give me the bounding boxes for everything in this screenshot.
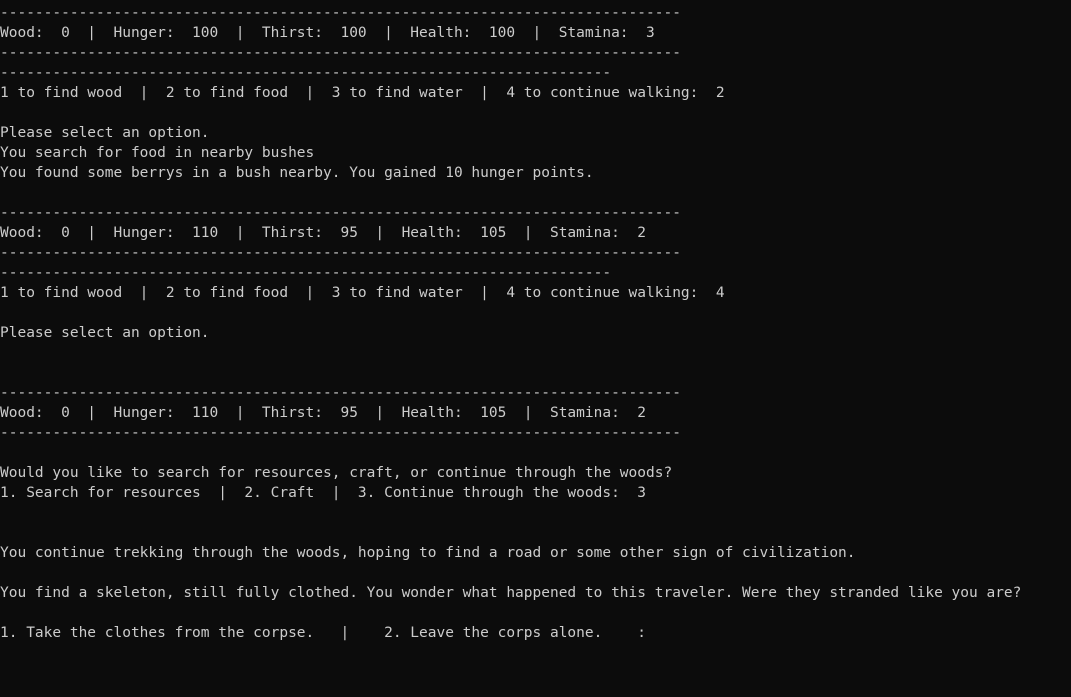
- console-line: Please select an option.: [0, 325, 210, 341]
- console-output[interactable]: ----------------------------------------…: [0, 3, 1071, 697]
- console-line: ----------------------------------------…: [0, 245, 681, 261]
- console-line: You found some berrys in a bush nearby. …: [0, 165, 594, 181]
- console-line: Would you like to search for resources, …: [0, 465, 673, 481]
- console-line: Please select an option.: [0, 125, 210, 141]
- console-line: ----------------------------------------…: [0, 5, 681, 21]
- console-line: ----------------------------------------…: [0, 385, 681, 401]
- console-line: 1 to find wood | 2 to find food | 3 to f…: [0, 85, 725, 101]
- console-line: You continue trekking through the woods,…: [0, 545, 856, 561]
- console-line: 1 to find wood | 2 to find food | 3 to f…: [0, 285, 725, 301]
- console-line: Wood: 0 | Hunger: 110 | Thirst: 95 | Hea…: [0, 225, 647, 241]
- console-line: ----------------------------------------…: [0, 65, 612, 81]
- console-line: You find a skeleton, still fully clothed…: [0, 585, 1022, 601]
- console-line: Wood: 0 | Hunger: 100 | Thirst: 100 | He…: [0, 25, 655, 41]
- console-line: You search for food in nearby bushes: [0, 145, 315, 161]
- console-line: Wood: 0 | Hunger: 110 | Thirst: 95 | Hea…: [0, 405, 647, 421]
- console-line: ----------------------------------------…: [0, 205, 681, 221]
- console-line: ----------------------------------------…: [0, 265, 612, 281]
- console-line: 1. Search for resources | 2. Craft | 3. …: [0, 485, 647, 501]
- console-line: ----------------------------------------…: [0, 45, 681, 61]
- console-line: ----------------------------------------…: [0, 425, 681, 441]
- console-line: 1. Take the clothes from the corpse. | 2…: [0, 625, 647, 641]
